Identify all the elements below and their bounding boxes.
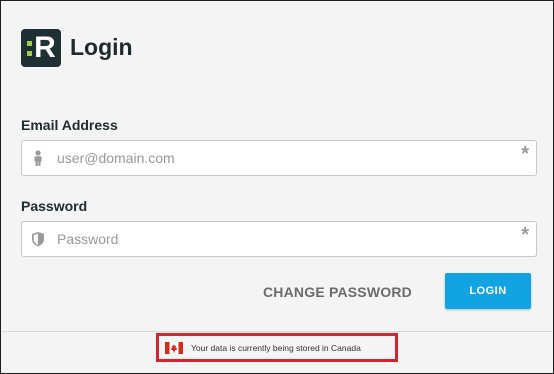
- logo-dots: [27, 41, 32, 57]
- logo-letter: R: [34, 31, 56, 64]
- password-placeholder: Password: [57, 231, 119, 247]
- shield-icon: [31, 231, 45, 247]
- person-icon: [31, 150, 45, 166]
- email-required-marker: *: [521, 143, 529, 165]
- login-card: R Login Email Address user@domain.com * …: [2, 2, 552, 331]
- data-residency-notice: Your data is currently being stored in C…: [156, 333, 398, 362]
- email-label: Email Address: [21, 117, 118, 133]
- change-password-link[interactable]: CHANGE PASSWORD: [263, 284, 412, 300]
- email-placeholder: user@domain.com: [57, 150, 175, 166]
- footer-divider: [2, 331, 552, 332]
- canada-flag-icon: [165, 341, 183, 354]
- email-field[interactable]: user@domain.com *: [21, 140, 537, 176]
- login-window: R Login Email Address user@domain.com * …: [0, 0, 554, 374]
- storage-notice-text: Your data is currently being stored in C…: [191, 342, 361, 353]
- password-label: Password: [21, 198, 88, 214]
- page-title: Login: [70, 34, 133, 60]
- login-button[interactable]: LOGIN: [445, 273, 531, 309]
- password-field[interactable]: Password *: [21, 221, 537, 257]
- password-required-marker: *: [521, 224, 529, 246]
- app-logo: R: [21, 29, 61, 67]
